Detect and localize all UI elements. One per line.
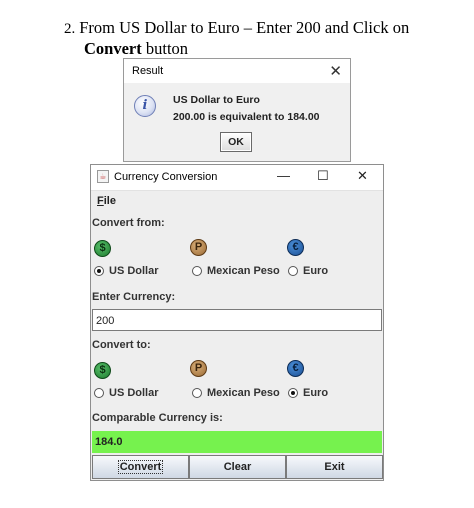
- result-dialog: Result ✕ i US Dollar to Euro 200.00 is e…: [123, 58, 351, 162]
- menu-bar: File: [91, 191, 383, 211]
- convert-from-label: Convert from:: [92, 217, 165, 229]
- from-radio-mexican-peso[interactable]: Mexican Peso: [192, 265, 280, 277]
- instruction-text: 2. From US Dollar to Euro – Enter 200 and…: [64, 18, 464, 59]
- radio-label: Euro: [303, 265, 329, 277]
- close-icon[interactable]: ✕: [329, 62, 342, 80]
- to-radio-euro[interactable]: Euro: [288, 387, 328, 399]
- amount-input[interactable]: 200: [92, 309, 382, 331]
- minimize-icon[interactable]: —: [277, 168, 290, 183]
- from-radio-us-dollar[interactable]: US Dollar: [94, 265, 159, 277]
- radio-label: US Dollar: [109, 387, 159, 399]
- maximize-icon[interactable]: ☐: [317, 168, 329, 184]
- close-icon[interactable]: ✕: [357, 168, 368, 184]
- menu-file[interactable]: File: [97, 195, 116, 207]
- peso-coin-icon: P: [190, 360, 207, 377]
- instruction-line-1: From US Dollar to Euro – Enter 200 and C…: [79, 18, 410, 37]
- from-radio-euro[interactable]: Euro: [288, 265, 328, 277]
- radio-button-selected[interactable]: [94, 266, 104, 276]
- window-title: Currency Conversion: [114, 171, 218, 183]
- instruction-line-2: button: [141, 39, 189, 58]
- dollar-coin-icon: $: [94, 362, 111, 379]
- euro-coin-icon: €: [287, 239, 304, 256]
- ok-button[interactable]: OK: [220, 132, 252, 152]
- peso-coin-icon: P: [190, 239, 207, 256]
- to-radio-mexican-peso[interactable]: Mexican Peso: [192, 387, 280, 399]
- enter-currency-label: Enter Currency:: [92, 291, 176, 303]
- radio-label: Mexican Peso: [207, 265, 280, 277]
- radio-button[interactable]: [192, 388, 202, 398]
- radio-button[interactable]: [94, 388, 104, 398]
- clear-button[interactable]: Clear: [189, 455, 286, 479]
- convert-button[interactable]: Convert: [92, 455, 189, 479]
- radio-button[interactable]: [192, 266, 202, 276]
- dialog-message-line-1: US Dollar to Euro: [173, 94, 260, 106]
- dollar-coin-icon: $: [94, 240, 111, 257]
- radio-button[interactable]: [288, 266, 298, 276]
- dialog-message-line-2: 200.00 is equivalent to 184.00: [173, 111, 320, 123]
- dialog-titlebar: Result ✕: [124, 59, 350, 83]
- dialog-title: Result: [132, 65, 164, 77]
- step-number: 2.: [64, 21, 76, 37]
- java-app-icon: ☕: [97, 170, 109, 183]
- exit-button[interactable]: Exit: [286, 455, 383, 479]
- to-radio-us-dollar[interactable]: US Dollar: [94, 387, 159, 399]
- radio-button-selected[interactable]: [288, 388, 298, 398]
- radio-label: US Dollar: [109, 265, 159, 277]
- comparable-currency-label: Comparable Currency is:: [92, 412, 223, 424]
- window-titlebar: ☕ Currency Conversion — ☐ ✕: [91, 165, 383, 191]
- radio-label: Mexican Peso: [207, 387, 280, 399]
- result-field: 184.0: [92, 431, 382, 453]
- radio-label: Euro: [303, 387, 329, 399]
- currency-conversion-window: ☕ Currency Conversion — ☐ ✕ File Convert…: [90, 164, 384, 481]
- information-icon: i: [134, 95, 156, 117]
- convert-to-label: Convert to:: [92, 339, 151, 351]
- euro-coin-icon: €: [287, 360, 304, 377]
- instruction-bold-word: Convert: [84, 39, 142, 58]
